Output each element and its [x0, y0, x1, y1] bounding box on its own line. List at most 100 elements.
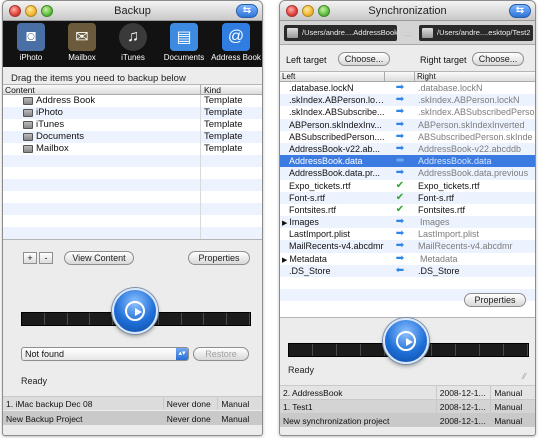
column-content-header[interactable]: Content [3, 85, 201, 95]
sync-row[interactable]: ABSubscribedPerson.... ➡ ABSubscribedPerso… [280, 130, 535, 143]
swap-direction-icon[interactable]: ⇔ [400, 26, 416, 40]
empty-row [280, 277, 535, 290]
sync-left-name: ABSubscribedPerson.... [280, 131, 385, 143]
sync-row[interactable]: .skIndex.ABSubscribe... ➡ .skIndex.ABSubsc… [280, 106, 535, 119]
sync-row[interactable]: Fontsites.rtf ✔ Fontsites.rtf [280, 203, 535, 217]
sync-row[interactable]: ▶ Metadata ➡ Metadata [280, 252, 535, 265]
sync-right-text: Fontsites.rtf [418, 204, 466, 215]
hard-drive-icon [287, 28, 298, 38]
arrow-right-icon[interactable]: ➡ [385, 94, 415, 106]
remove-item-button[interactable]: - [39, 252, 53, 264]
sync-right-name: Expo_tickets.rtf [415, 180, 535, 192]
sync-row[interactable]: .database.lockN ➡ .database.lockN [280, 82, 535, 95]
arrow-right-icon[interactable]: ➡ [385, 240, 415, 252]
sync-row[interactable]: LastImport.plist ➡ LastImport.plist [280, 228, 535, 241]
sync-rows: .database.lockN ➡ .database.lockN .skIndex.… [280, 82, 535, 314]
toolbar-toggle-button[interactable]: ⇆ [509, 4, 531, 18]
project-mode: Manual [221, 399, 250, 409]
arrow-right-icon[interactable]: ➡ [385, 131, 415, 143]
backup-properties-button[interactable]: Properties [188, 251, 250, 265]
left-target-label: Left target [286, 55, 327, 65]
arrow-right-icon[interactable]: ➡ [385, 216, 415, 228]
column-kind-header[interactable]: Kind [201, 85, 221, 95]
toolbar-mailbox-button[interactable]: ✉ Mailbox [58, 23, 106, 65]
restore-button[interactable]: Restore [193, 347, 249, 361]
sync-row[interactable]: MailRecents-v4.abcdmr ➡ MailRecents-v4.abc… [280, 240, 535, 253]
toolbar-iphoto-button[interactable]: ◙ iPhoto [7, 23, 55, 65]
sync-right-text: AddressBook.data.previous [418, 168, 529, 179]
arrow-left-icon[interactable]: ⬅ [385, 265, 415, 277]
sync-row[interactable]: Expo_tickets.rtf ✔ Expo_tickets.rtf [280, 179, 535, 192]
toolbar-address-book-button[interactable]: @ Address Book [210, 23, 262, 65]
backup-project-row[interactable]: New Backup Project Never done Manual [3, 411, 262, 425]
add-item-button[interactable]: + [23, 252, 37, 264]
check-icon[interactable]: ✔ [385, 192, 415, 204]
view-content-button[interactable]: View Content [64, 251, 134, 265]
arrow-right-icon[interactable]: ➡ [385, 143, 415, 155]
arrow-right-icon[interactable]: ➡ [385, 253, 415, 265]
sync-project-row[interactable]: 1. Test1 2008-12-1... Manual [280, 399, 535, 413]
sync-row[interactable]: AddressBook.data.pr... ➡ AddressBook.data.… [280, 167, 535, 180]
resize-grip-icon[interactable]: ⁄⁄ [523, 373, 531, 381]
arrow-right-icon[interactable]: ➡ [385, 228, 415, 240]
item-name: Mailbox [36, 143, 69, 154]
arrow-right-icon[interactable]: ➡ [385, 82, 415, 94]
sync-right-text: .database.lockN [418, 83, 483, 93]
sync-project-row[interactable]: New synchronization project 2008-12-1...… [280, 413, 535, 427]
sync-right-text: Images [420, 217, 450, 228]
sync-row[interactable]: AddressBook-v22.ab... ➡ AddressBook-v22.ab… [280, 142, 535, 156]
sync-row[interactable]: .skIndex.ABPerson.lockN ➡ .skIndex.ABPerso… [280, 94, 535, 107]
right-path-box[interactable]: /Users/andre....esktop/Test2 [419, 25, 533, 41]
sync-right-name: .DS_Store [415, 265, 535, 277]
right-choose-button[interactable]: Choose... [472, 52, 524, 66]
disclosure-triangle-icon[interactable]: ▶ [282, 257, 287, 264]
disclosure-triangle-icon[interactable]: ▶ [282, 220, 287, 227]
sync-left-text: ABPerson.skIndexInv... [289, 119, 382, 130]
sync-row[interactable]: Font-s.rtf ✔ Font-s.rtf [280, 191, 535, 204]
sync-row[interactable]: AddressBook.data ═ AddressBook.data [280, 155, 535, 168]
sync-left-name: Expo_tickets.rtf [280, 180, 385, 192]
arrow-right-icon[interactable]: ➡ [385, 167, 415, 179]
backup-project-row[interactable]: 1. iMac backup Dec 08 Never done Manual [3, 396, 262, 410]
check-icon[interactable]: ✔ [385, 180, 415, 192]
empty-row [3, 203, 262, 215]
column-right-header[interactable]: Right [415, 72, 436, 81]
list-item[interactable]: iPhoto Template [3, 107, 262, 119]
list-item[interactable]: Mailbox Template [3, 143, 262, 155]
sync-left-text: AddressBook.data.pr... [289, 168, 381, 179]
left-path-box[interactable]: /Users/andre....AddressBook [284, 25, 397, 41]
list-item[interactable]: iTunes Template [3, 119, 262, 131]
sync-right-text: Metadata [420, 253, 458, 264]
sync-left-name: AddressBook.data.pr... [280, 167, 385, 179]
list-item[interactable]: Documents Template [3, 131, 262, 143]
backup-content-list[interactable]: Content Kind Address Book Template iPhoto… [3, 84, 262, 240]
sync-row[interactable]: ABPerson.skIndexInv... ➡ ABPerson.skIndexI… [280, 118, 535, 131]
left-choose-button[interactable]: Choose... [338, 52, 390, 66]
equal-icon[interactable]: ═ [385, 155, 415, 167]
arrow-right-icon[interactable]: ➡ [385, 119, 415, 131]
backup-titlebar[interactable]: Backup ⇆ [3, 1, 262, 21]
check-icon[interactable]: ✔ [385, 204, 415, 216]
sync-start-button[interactable] [383, 318, 429, 364]
sync-right-name: AddressBook.data.previous [415, 167, 535, 179]
sync-row[interactable]: .DS_Store ⬅ .DS_Store [280, 264, 535, 277]
toolbar-address-book-label: Address Book [211, 53, 261, 62]
column-left-header[interactable]: Left [280, 72, 385, 81]
toolbar-documents-button[interactable]: ▤ Documents [160, 23, 208, 65]
project-last-run: Never done [164, 397, 219, 410]
sync-right-name: .skIndex.ABSubscribedPerso [415, 106, 535, 118]
toolbar-toggle-button[interactable]: ⇆ [236, 4, 258, 18]
sync-left-name: Fontsites.rtf [280, 204, 385, 216]
sync-titlebar[interactable]: Synchronization ⇆ [280, 1, 535, 21]
sync-file-list[interactable]: Left Right .database.lockN ➡ .database.loc… [280, 71, 535, 318]
list-item[interactable]: Address Book Template [3, 95, 262, 107]
backup-start-button[interactable] [112, 288, 158, 334]
sync-project-row[interactable]: 2. AddressBook 2008-12-1... Manual [280, 385, 535, 399]
toolbar-itunes-label: iTunes [121, 53, 145, 62]
toolbar-itunes-button[interactable]: ♫ iTunes [109, 23, 157, 65]
arrow-right-icon[interactable]: ➡ [385, 106, 415, 118]
restore-source-select[interactable]: Not found ▴▾ [21, 347, 189, 361]
sync-row[interactable]: ▶ Images ➡ Images [280, 216, 535, 229]
sync-properties-button[interactable]: Properties [464, 293, 526, 307]
sync-right-name: Fontsites.rtf [415, 204, 535, 216]
